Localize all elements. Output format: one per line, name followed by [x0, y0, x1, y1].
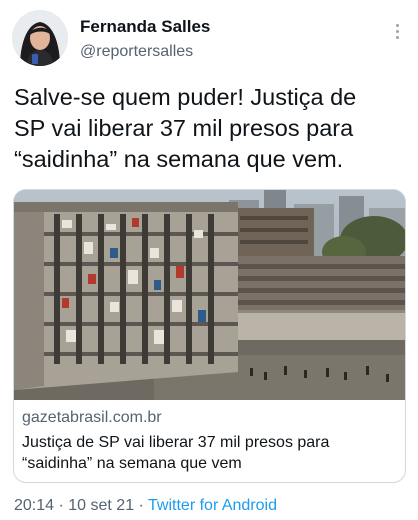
footer-separator: ·	[134, 497, 149, 514]
tweet-date[interactable]: 10 set 21	[68, 497, 134, 514]
card-domain: gazetabrasil.com.br	[22, 409, 162, 426]
user-handle[interactable]: @reportersalles	[80, 41, 210, 63]
card-image[interactable]	[14, 190, 405, 400]
tweet[interactable]: Fernanda Salles @reportersalles Salve-se…	[0, 0, 418, 520]
card-title-line: Justiça de SP vai liberar 37 mil presos …	[22, 434, 330, 451]
card-title: Justiça de SP vai liberar 37 mil presos …	[22, 432, 402, 474]
card-title-line: “saidinha” na semana que vem	[22, 455, 242, 472]
card-meta: gazetabrasil.com.br Justiça de SP vai li…	[14, 400, 405, 482]
tweet-text-line: “saidinha” na semana que vem.	[14, 146, 344, 172]
avatar-photo	[12, 10, 68, 66]
tweet-source-link[interactable]: Twitter for Android	[148, 497, 277, 514]
display-name[interactable]: Fernanda Salles	[80, 16, 210, 38]
footer-separator: ·	[54, 497, 69, 514]
more-vertical-icon[interactable]	[390, 22, 404, 42]
tweet-text-line: SP vai liberar 37 mil presos para	[14, 115, 354, 141]
link-preview-card[interactable]: gazetabrasil.com.br Justiça de SP vai li…	[13, 189, 406, 483]
tweet-footer: 20:14 · 10 set 21 · Twitter for Android	[14, 496, 277, 516]
user-names: Fernanda Salles @reportersalles	[80, 16, 210, 63]
tweet-text-line: Salve-se quem puder! Justiça de	[14, 84, 357, 110]
tweet-time[interactable]: 20:14	[14, 497, 54, 514]
prison-building-photo	[14, 190, 405, 400]
tweet-header: Fernanda Salles @reportersalles	[12, 10, 406, 70]
avatar[interactable]	[12, 10, 68, 66]
tweet-text: Salve-se quem puder! Justiça de SP vai l…	[14, 82, 410, 175]
